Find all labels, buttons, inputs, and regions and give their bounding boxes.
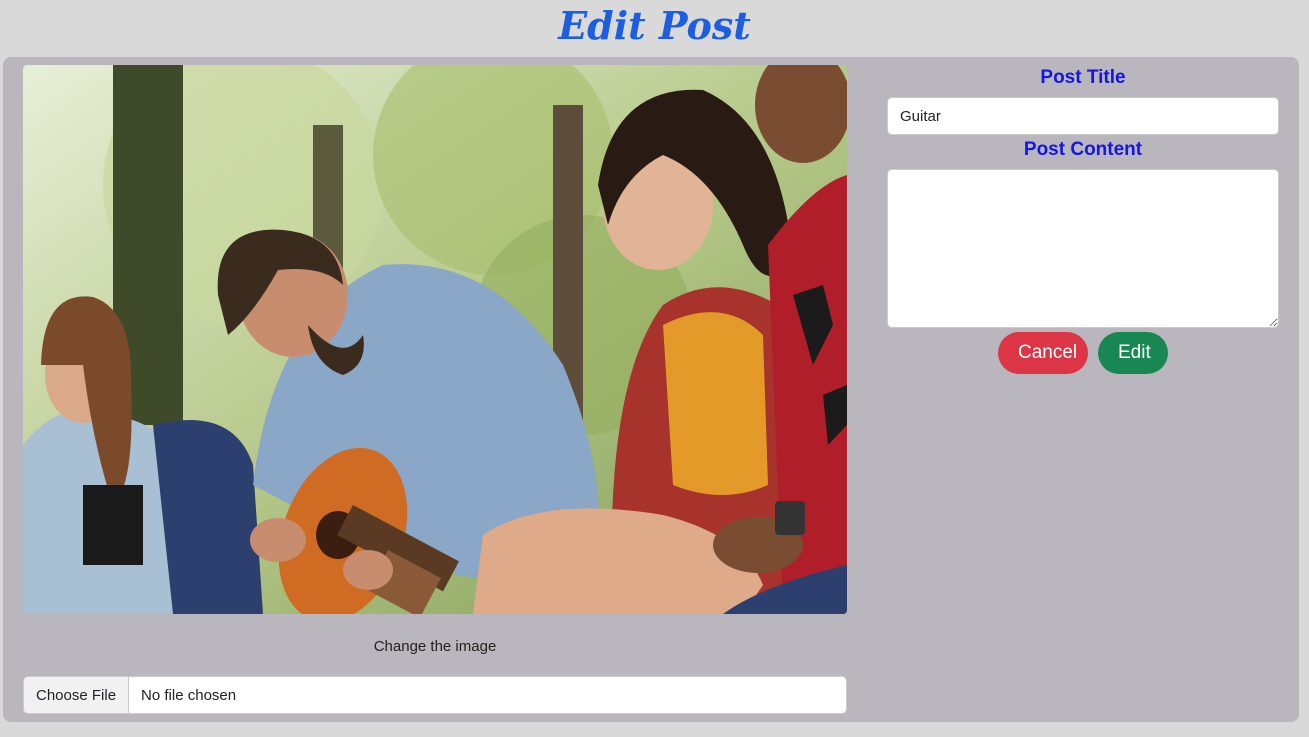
post-title-input[interactable] xyxy=(887,97,1279,135)
file-status-text: No file chosen xyxy=(141,686,237,704)
edit-button[interactable]: Edit xyxy=(1098,332,1168,374)
post-image xyxy=(23,65,847,614)
post-content-label: Post Content xyxy=(1023,139,1143,160)
form-actions: Cancel Edit xyxy=(887,332,1279,374)
choose-file-button[interactable]: Choose File xyxy=(24,677,130,713)
post-form: Post Title Post Content Cancel Edit xyxy=(887,65,1279,374)
edit-post-panel: Change the image Choose File No file cho… xyxy=(3,57,1299,722)
post-content-textarea[interactable] xyxy=(887,169,1279,328)
cancel-button[interactable]: Cancel xyxy=(998,332,1088,374)
page-title: Edit Post xyxy=(558,3,751,48)
image-file-input[interactable]: Choose File No file chosen xyxy=(23,676,847,714)
post-image-photo xyxy=(23,65,847,614)
change-image-label: Change the image xyxy=(373,638,497,655)
post-title-label: Post Title xyxy=(1040,67,1126,88)
